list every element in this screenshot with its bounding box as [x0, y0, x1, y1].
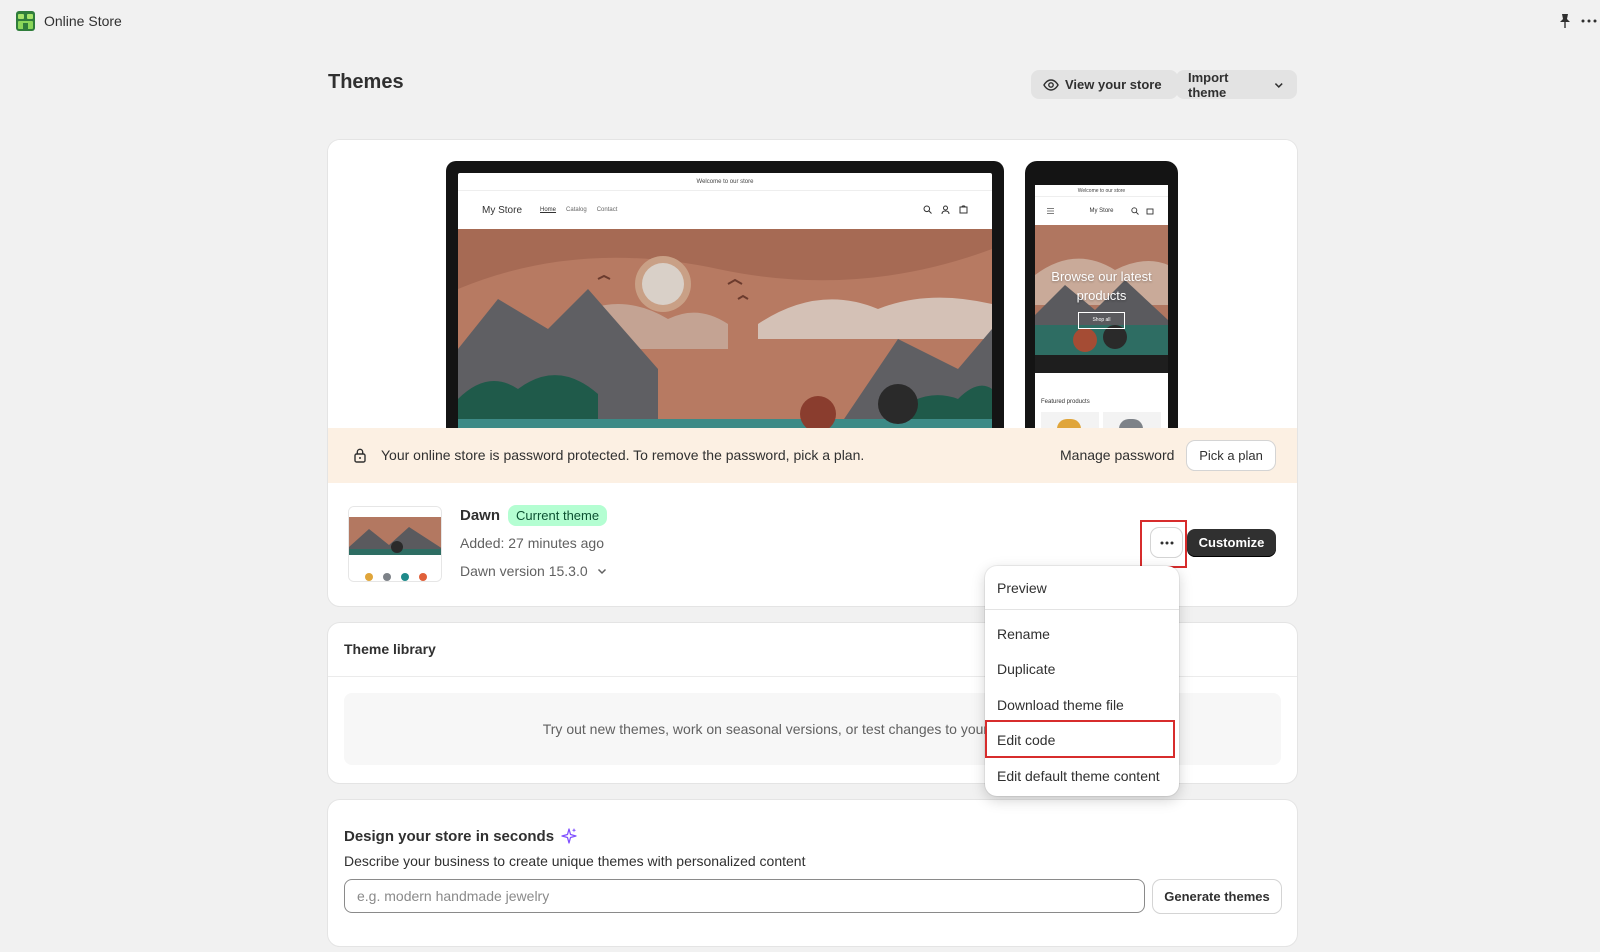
generate-themes-button[interactable]: Generate themes — [1153, 880, 1281, 913]
design-store-description: Describe your business to create unique … — [344, 853, 806, 869]
search-icon — [1131, 207, 1139, 215]
menu-item-rename[interactable]: Rename — [997, 626, 1050, 642]
desktop-store-name: My Store — [482, 204, 523, 216]
menu-item-duplicate[interactable]: Duplicate — [997, 661, 1055, 677]
more-horizontal-icon — [1160, 541, 1173, 544]
desktop-preview: Welcome to our store My Store Home Catal… — [446, 161, 1004, 428]
menu-item-edit-default-theme-content[interactable]: Edit default theme content — [997, 768, 1160, 784]
design-store-title-text: Design your store in seconds — [344, 827, 555, 845]
menu-item-edit-code[interactable]: Edit code — [997, 732, 1055, 748]
current-theme-badge: Current theme — [508, 505, 608, 526]
theme-actions-menu: Preview Rename Duplicate Download theme … — [985, 566, 1179, 796]
menu-icon — [1047, 208, 1054, 214]
chevron-down-icon — [597, 568, 606, 575]
more-options-icon[interactable] — [1580, 12, 1598, 30]
business-description-input[interactable] — [344, 879, 1145, 913]
password-banner: Your online store is password protected.… — [328, 428, 1297, 483]
desktop-nav-item: Home — [540, 207, 557, 213]
mobile-hero-text: Browse our latest products — [1051, 269, 1152, 303]
mobile-announcement: Welcome to our store — [1035, 185, 1168, 197]
app-title: Online Store — [44, 13, 122, 29]
pick-plan-button[interactable]: Pick a plan — [1187, 441, 1275, 470]
theme-added-time: Added: 27 minutes ago — [460, 535, 604, 551]
search-icon — [923, 205, 932, 214]
top-bar: Online Store — [0, 0, 1600, 42]
theme-name: Dawn — [460, 507, 501, 524]
theme-thumbnail — [348, 506, 442, 582]
lock-icon — [354, 448, 366, 463]
menu-divider — [985, 609, 1179, 610]
view-store-button[interactable]: View your store — [1031, 70, 1178, 99]
page-title: Themes — [328, 71, 404, 93]
manage-password-link[interactable]: Manage password — [1060, 447, 1174, 463]
theme-thumbnail-image — [349, 507, 441, 581]
design-store-title: Design your store in seconds — [344, 827, 578, 845]
theme-actions-button[interactable] — [1151, 528, 1182, 557]
theme-library-title: Theme library — [344, 641, 436, 657]
pin-icon[interactable] — [1556, 12, 1574, 30]
account-icon — [941, 205, 950, 214]
desktop-nav-item: Catalog — [566, 207, 587, 213]
eye-icon — [1043, 78, 1059, 91]
import-theme-button[interactable]: Import theme — [1176, 69, 1297, 100]
online-store-icon — [16, 11, 35, 31]
mobile-featured-label: Featured products — [1041, 399, 1090, 405]
cart-icon — [1146, 208, 1154, 215]
customize-button[interactable]: Customize — [1187, 529, 1276, 557]
theme-preview: Welcome to our store My Store Home Catal… — [328, 140, 1297, 428]
current-theme-card: Welcome to our store My Store Home Catal… — [328, 140, 1297, 606]
import-theme-label: Import theme — [1188, 69, 1229, 100]
mobile-store-name: My Store — [1089, 208, 1114, 214]
desktop-nav-item: Contact — [596, 207, 618, 213]
chevron-down-icon — [1275, 82, 1284, 88]
mobile-preview: Welcome to our store My Store Browse our… — [1025, 161, 1178, 428]
cart-icon — [959, 205, 968, 214]
sparkle-icon — [561, 828, 577, 844]
design-store-card: Design your store in seconds Describe yo… — [328, 800, 1297, 946]
menu-item-download-theme-file[interactable]: Download theme file — [997, 697, 1124, 713]
desktop-hero-illustration — [458, 229, 992, 428]
view-store-label: View your store — [1065, 77, 1162, 92]
desktop-announcement: Welcome to our store — [458, 173, 992, 191]
theme-version-label: Dawn version 15.3.0 — [460, 563, 588, 579]
desktop-nav: Home Catalog Contact — [540, 207, 617, 213]
menu-item-preview[interactable]: Preview — [997, 580, 1047, 596]
password-banner-message: Your online store is password protected.… — [381, 447, 865, 463]
theme-version-dropdown[interactable]: Dawn version 15.3.0 — [460, 563, 608, 579]
mobile-shop-button: Shop all — [1078, 312, 1125, 329]
